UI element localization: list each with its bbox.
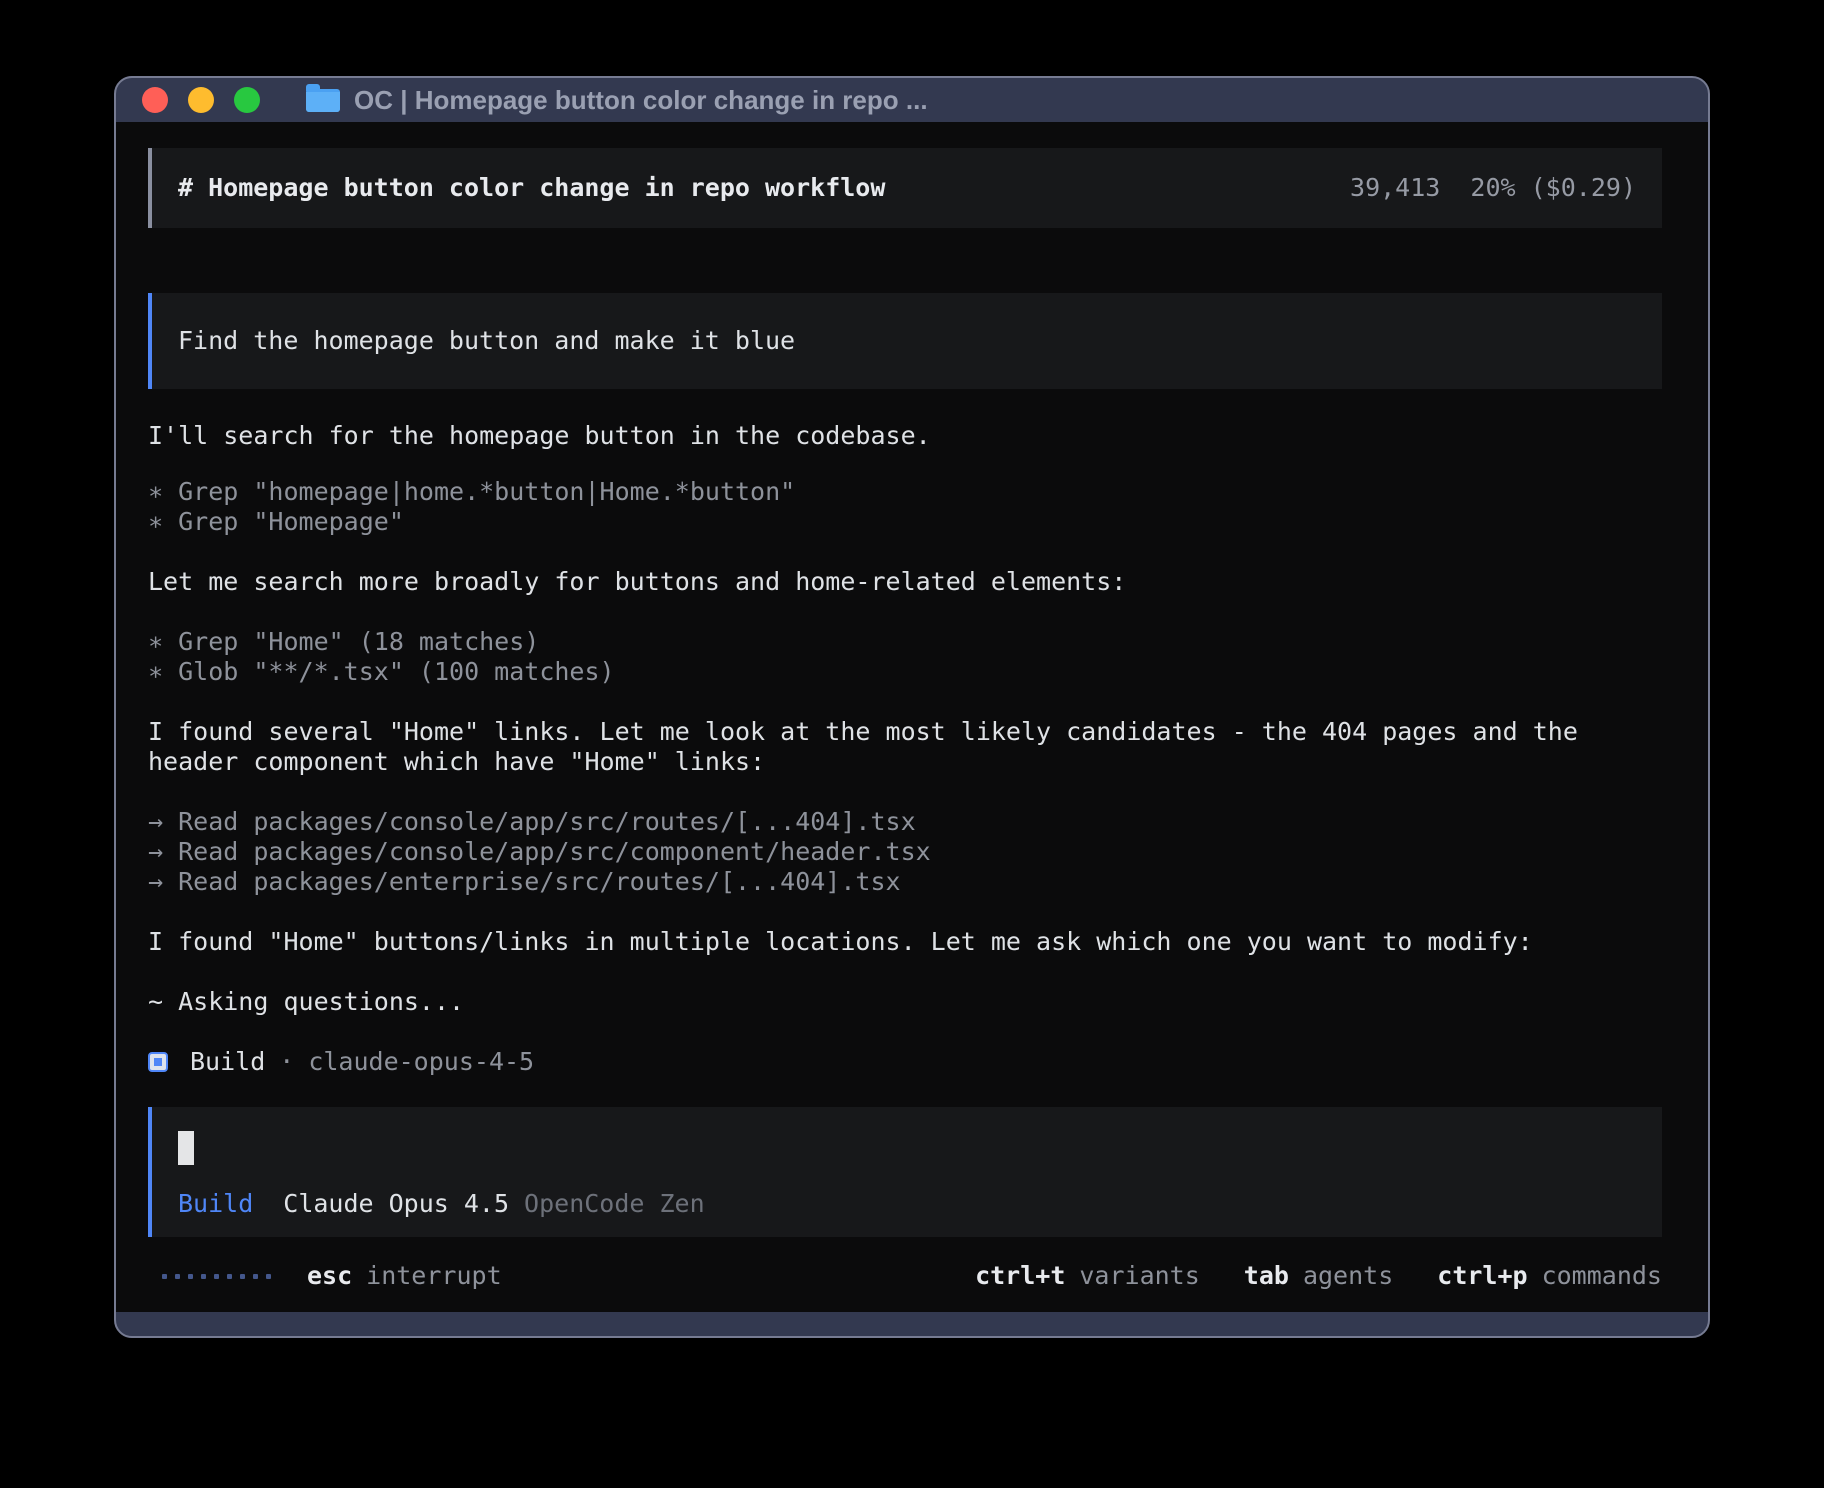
agent-build-icon bbox=[148, 1052, 168, 1072]
dot-separator: · bbox=[265, 1047, 308, 1077]
spinner-icon bbox=[162, 1274, 271, 1279]
zoom-button[interactable] bbox=[234, 87, 260, 113]
session-stats: 39,413 20% ($0.29) bbox=[1350, 173, 1636, 203]
status-bar: esc interrupt ctrl+t variants tab agents… bbox=[148, 1261, 1662, 1291]
status-left: esc interrupt bbox=[148, 1261, 502, 1291]
folder-icon bbox=[306, 89, 340, 112]
hint-commands: ctrl+p commands bbox=[1437, 1261, 1662, 1291]
terminal-window: OC | Homepage button color change in rep… bbox=[114, 76, 1710, 1338]
agent-model: claude-opus-4-5 bbox=[308, 1047, 534, 1077]
agent-status-line: Build · claude-opus-4-5 bbox=[148, 1047, 1662, 1077]
tool-call-glob: ∗ Glob "**/*.tsx" (100 matches) bbox=[148, 657, 1662, 687]
tool-call-read: → Read packages/console/app/src/routes/[… bbox=[148, 807, 1662, 837]
hint-key: ctrl+t bbox=[975, 1261, 1065, 1291]
assistant-text: I found "Home" buttons/links in multiple… bbox=[148, 927, 1662, 957]
esc-label: interrupt bbox=[366, 1261, 501, 1291]
window-titlebar[interactable]: OC | Homepage button color change in rep… bbox=[116, 78, 1708, 122]
session-title: # Homepage button color change in repo w… bbox=[178, 173, 885, 203]
tool-call-read: → Read packages/console/app/src/componen… bbox=[148, 837, 1662, 867]
composer-meta: Build Claude Opus 4.5 OpenCode Zen bbox=[178, 1189, 1662, 1219]
terminal-content: # Homepage button color change in repo w… bbox=[116, 122, 1708, 1312]
agent-name: Build bbox=[190, 1047, 265, 1077]
hint-key: tab bbox=[1244, 1261, 1289, 1291]
composer-provider: OpenCode Zen bbox=[524, 1189, 705, 1219]
assistant-text: I found several "Home" links. Let me loo… bbox=[148, 717, 1662, 747]
hint-label: agents bbox=[1303, 1261, 1393, 1291]
hint-label: variants bbox=[1079, 1261, 1199, 1291]
tool-call-grep: ∗ Grep "homepage|home.*button|Home.*butt… bbox=[148, 477, 1662, 507]
message-input[interactable]: Build Claude Opus 4.5 OpenCode Zen bbox=[148, 1107, 1662, 1237]
session-header: # Homepage button color change in repo w… bbox=[148, 148, 1662, 228]
esc-key: esc bbox=[307, 1261, 352, 1291]
session-buffer: # Homepage button color change in repo w… bbox=[148, 148, 1662, 1291]
assistant-text: I'll search for the homepage button in t… bbox=[148, 421, 1662, 451]
assistant-text: header component which have "Home" links… bbox=[148, 747, 1662, 777]
composer-model[interactable]: Claude Opus 4.5 bbox=[283, 1189, 509, 1219]
status-hints: ctrl+t variants tab agents ctrl+p comman… bbox=[975, 1261, 1662, 1291]
tool-call-read: → Read packages/enterprise/src/routes/[.… bbox=[148, 867, 1662, 897]
text-cursor bbox=[178, 1131, 194, 1165]
hint-variants: ctrl+t variants bbox=[975, 1261, 1200, 1291]
assistant-text: Let me search more broadly for buttons a… bbox=[148, 567, 1662, 597]
window-title: OC | Homepage button color change in rep… bbox=[354, 85, 928, 116]
minimize-button[interactable] bbox=[188, 87, 214, 113]
assistant-status-text: ~ Asking questions... bbox=[148, 987, 1662, 1017]
tool-call-grep: ∗ Grep "Home" (18 matches) bbox=[148, 627, 1662, 657]
traffic-lights bbox=[142, 87, 260, 113]
user-message-text: Find the homepage button and make it blu… bbox=[178, 326, 795, 356]
hint-agents: tab agents bbox=[1244, 1261, 1393, 1291]
hint-key: ctrl+p bbox=[1437, 1261, 1527, 1291]
hint-label: commands bbox=[1542, 1261, 1662, 1291]
close-button[interactable] bbox=[142, 87, 168, 113]
user-message: Find the homepage button and make it blu… bbox=[148, 293, 1662, 389]
tool-call-grep: ∗ Grep "Homepage" bbox=[148, 507, 1662, 537]
composer-agent[interactable]: Build bbox=[178, 1189, 253, 1219]
